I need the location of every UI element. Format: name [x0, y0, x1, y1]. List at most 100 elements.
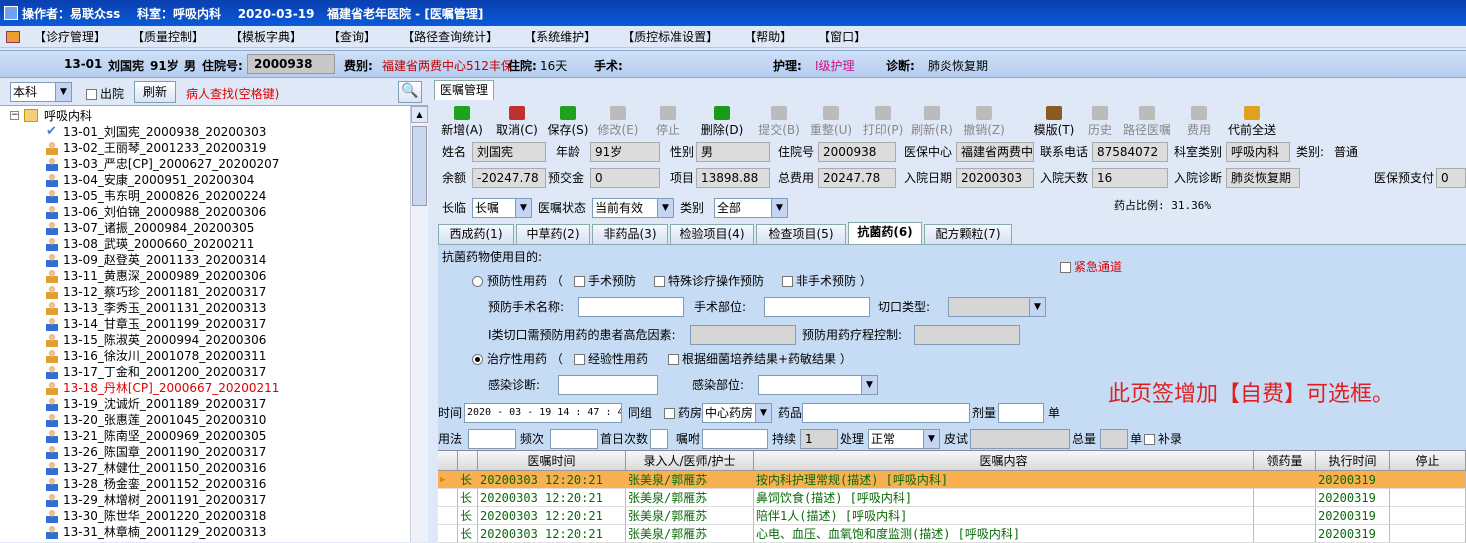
menu-template[interactable]: 【模板字典】: [230, 28, 302, 45]
menu-app-icon[interactable]: [6, 30, 20, 43]
collapse-icon[interactable]: −: [10, 111, 19, 120]
subtab-4[interactable]: 检验项目(4): [670, 224, 754, 244]
therapeutic-radio[interactable]: 治疗性用药 （: [472, 349, 563, 369]
surgery-prevent-checkbox[interactable]: 手术预防: [574, 271, 636, 291]
antibiotic-purpose-label: 抗菌药物使用目的:: [442, 250, 543, 264]
edit-button[interactable]: 修改(E): [594, 104, 642, 140]
menu-quality[interactable]: 【质量控制】: [132, 28, 204, 45]
scroll-thumb[interactable]: [412, 126, 427, 206]
course-control-input[interactable]: [914, 325, 1020, 345]
skin-test-input[interactable]: [970, 429, 1070, 449]
culture-checkbox[interactable]: 根据细菌培养结果+药敏结果 ）: [668, 349, 852, 369]
menu-qc-standard[interactable]: 【质控标准设置】: [622, 28, 718, 45]
order-category-select[interactable]: 全部 ▼: [714, 198, 788, 218]
handling-label: 处理: [840, 432, 865, 446]
menu-query[interactable]: 【查询】: [328, 28, 376, 45]
dept-select[interactable]: 本科 ▼: [10, 82, 72, 102]
first-day-times-input[interactable]: [650, 429, 668, 449]
subtab-3[interactable]: 非药品(3): [592, 224, 668, 244]
surgery-name-input[interactable]: [578, 297, 684, 317]
table-row[interactable]: 长 20200303 12:20:21 张美泉/郭雁苏 陪伴1人(描述) [呼吸内科]…: [438, 507, 1466, 525]
save-button[interactable]: 保存(S): [544, 104, 592, 140]
path-button[interactable]: 路径医嘱: [1118, 104, 1176, 140]
patient-tree-label: 13-03_严忠[CP]_2000627_20200207: [63, 157, 280, 171]
col-order-time[interactable]: 医嘱时间: [478, 451, 626, 471]
history-button[interactable]: 历史: [1084, 104, 1116, 140]
col-exec-time[interactable]: 执行时间: [1316, 451, 1390, 471]
revoke-button[interactable]: 撤销(Z): [958, 104, 1010, 140]
col-dispense-qty[interactable]: 领药量: [1254, 451, 1316, 471]
handling-select[interactable]: 正常 ▼: [868, 429, 940, 449]
usage-input[interactable]: [468, 429, 516, 449]
order-status-select[interactable]: 当前有效 ▼: [592, 198, 674, 218]
template-button[interactable]: 模版(T): [1030, 104, 1078, 140]
refresh-button[interactable]: 刷新: [134, 81, 176, 103]
infection-diagnosis-input[interactable]: [558, 375, 658, 395]
send-button[interactable]: 代前全送: [1222, 104, 1282, 140]
subtab-2[interactable]: 中草药(2): [516, 224, 590, 244]
special-prevent-label: 特殊诊疗操作预防: [668, 274, 765, 288]
menu-system[interactable]: 【系统维护】: [524, 28, 596, 45]
total-qty-input[interactable]: [1100, 429, 1128, 449]
incision-type-select[interactable]: ▼: [948, 297, 1046, 317]
drug-input[interactable]: [802, 403, 970, 423]
table-row[interactable]: ▶ 长 20200303 12:20:21 张美泉/郭雁苏 按内科护理常规(描述) [呼…: [438, 471, 1466, 489]
table-row[interactable]: 长 20200303 12:20:21 张美泉/郭雁苏 心电、血压、血氧饱和度监测(描…: [438, 525, 1466, 543]
male-patient-icon: [46, 429, 58, 443]
duration-stepper[interactable]: 1: [800, 429, 838, 449]
reorg-button[interactable]: 重整(U): [806, 104, 856, 140]
stop-button[interactable]: 停止: [646, 104, 690, 140]
pharmacy-select[interactable]: 中心药房 ▼: [702, 403, 772, 423]
name-label: 姓名: [442, 145, 467, 159]
preventive-label: 预防性用药 （: [487, 274, 563, 288]
infection-site-select[interactable]: ▼: [758, 375, 878, 395]
col-order-content[interactable]: 医嘱内容: [754, 451, 1254, 471]
order-type-select[interactable]: 长嘱 ▼: [472, 198, 532, 218]
print-button[interactable]: 打印(P): [860, 104, 906, 140]
discharged-checkbox[interactable]: 出院: [86, 85, 124, 102]
time-input[interactable]: 2020 - 03 - 19 14 : 47 : 44: [464, 403, 622, 423]
empirical-label: 经验性用药: [588, 352, 649, 366]
patient-tree: − 呼吸内科 ✔ 13-01_刘国宪_2000938_20200303 13-02_王丽…: [0, 106, 410, 542]
fee-button[interactable]: 费用: [1180, 104, 1218, 140]
name-value: 刘国宪: [472, 142, 546, 162]
dose-input[interactable]: [998, 403, 1044, 423]
col-stop[interactable]: 停止: [1390, 451, 1466, 471]
tab-order-management[interactable]: 医嘱管理: [434, 80, 494, 100]
empirical-checkbox[interactable]: 经验性用药: [574, 349, 648, 369]
subtab-1[interactable]: 西成药(1): [438, 224, 514, 244]
patient-list-scrollbar[interactable]: ▲: [410, 106, 428, 542]
patient-sex: 男: [184, 59, 197, 73]
urgent-checkbox[interactable]: 紧急通道: [1060, 257, 1122, 277]
surgery-site-input[interactable]: [764, 297, 870, 317]
undo-button[interactable]: 取消(C): [492, 104, 542, 140]
handling-value: 正常: [871, 432, 896, 446]
nonsurgery-prevent-checkbox[interactable]: 非手术预防 ）: [782, 271, 872, 291]
table-row[interactable]: 长 20200303 12:20:21 张美泉/郭雁苏 鼻饲饮食(描述) [呼吸内科]…: [438, 489, 1466, 507]
menu-clinical[interactable]: 【诊疗管理】: [34, 28, 106, 45]
subtab-5[interactable]: 检查项目(5): [756, 224, 846, 244]
subtab-6[interactable]: 抗菌药(6): [848, 222, 922, 244]
subtab-7[interactable]: 配方颗粒(7): [924, 224, 1012, 244]
menu-help[interactable]: 【帮助】: [744, 28, 792, 45]
submit-button[interactable]: 提交(B): [756, 104, 802, 140]
toolbar-label: 取消(C): [496, 123, 538, 137]
class1-risk-input[interactable]: [690, 325, 796, 345]
scroll-up-icon[interactable]: ▲: [411, 106, 428, 123]
search-button[interactable]: 🔍: [398, 81, 422, 103]
delete-button[interactable]: 删除(D): [694, 104, 750, 140]
col-entered-by[interactable]: 录入人/医师/护士: [626, 451, 754, 471]
refresh-button[interactable]: 刷新(R): [910, 104, 954, 140]
add-button[interactable]: 新增(A): [438, 104, 486, 140]
supplement-checkbox[interactable]: 补录: [1144, 429, 1182, 449]
table-cell: [1390, 507, 1466, 525]
patient-tree-label: 13-27_林健仕_2001150_20200316: [63, 461, 267, 475]
menu-path-stats[interactable]: 【路径查询统计】: [402, 28, 498, 45]
advice-input[interactable]: [702, 429, 768, 449]
preventive-radio[interactable]: 预防性用药 （: [472, 271, 563, 291]
menu-window[interactable]: 【窗口】: [818, 28, 866, 45]
toolbar-label: 历史: [1087, 123, 1112, 137]
pharmacy-checkbox[interactable]: 药房: [664, 403, 702, 423]
special-prevent-checkbox[interactable]: 特殊诊疗操作预防: [654, 271, 764, 291]
frequency-input[interactable]: [550, 429, 598, 449]
